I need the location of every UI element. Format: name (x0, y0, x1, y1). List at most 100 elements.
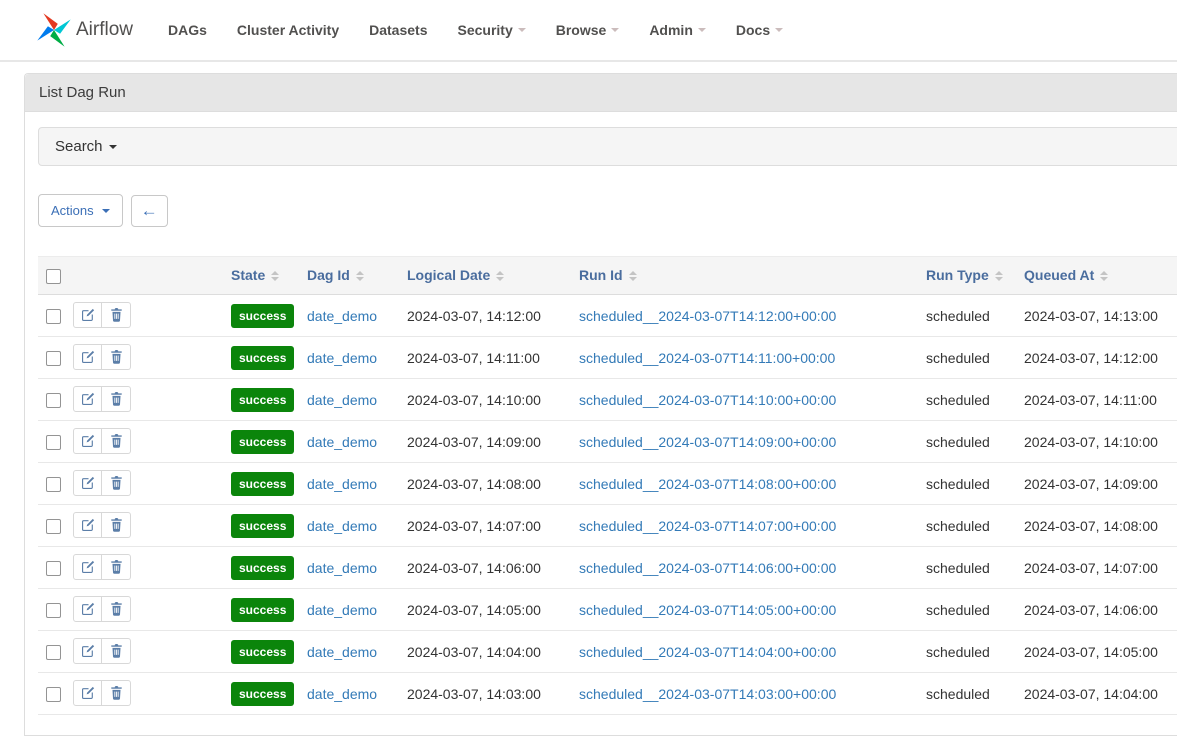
nav-item-browse[interactable]: Browse (541, 0, 635, 60)
edit-icon (81, 476, 95, 490)
table-row: success date_demo 2024-03-07, 14:12:00 s… (38, 295, 1177, 337)
run-id-cell: scheduled__2024-03-07T14:05:00+00:00 (571, 589, 918, 631)
state-badge: success (231, 472, 294, 496)
run-id-link[interactable]: scheduled__2024-03-07T14:08:00+00:00 (579, 476, 836, 492)
actions-button[interactable]: Actions (38, 194, 123, 227)
column-header-queued-at[interactable]: Queued At (1016, 257, 1177, 295)
dag-id-link[interactable]: date_demo (307, 434, 377, 450)
dag-id-link[interactable]: date_demo (307, 350, 377, 366)
select-all-header (38, 257, 66, 295)
chevron-down-icon (102, 209, 110, 213)
dag-id-cell: date_demo (299, 631, 399, 673)
edit-icon (81, 644, 95, 658)
sort-icon[interactable] (271, 271, 279, 281)
state-cell: success (223, 547, 299, 589)
run-id-link[interactable]: scheduled__2024-03-07T14:09:00+00:00 (579, 434, 836, 450)
queued-at-cell: 2024-03-07, 14:11:00 (1016, 379, 1177, 421)
nav-item-docs[interactable]: Docs (721, 0, 798, 60)
column-label: Logical Date (407, 267, 490, 283)
row-checkbox[interactable] (46, 393, 61, 408)
delete-button[interactable] (102, 512, 131, 538)
dag-id-link[interactable]: date_demo (307, 602, 377, 618)
row-checkbox[interactable] (46, 435, 61, 450)
nav-item-cluster-activity[interactable]: Cluster Activity (222, 0, 354, 60)
run-id-link[interactable]: scheduled__2024-03-07T14:07:00+00:00 (579, 518, 836, 534)
queued-at-cell: 2024-03-07, 14:12:00 (1016, 337, 1177, 379)
row-checkbox[interactable] (46, 687, 61, 702)
actions-cell (66, 421, 223, 463)
delete-button[interactable] (102, 428, 131, 454)
delete-button[interactable] (102, 596, 131, 622)
run-id-link[interactable]: scheduled__2024-03-07T14:04:00+00:00 (579, 644, 836, 660)
dag-id-link[interactable]: date_demo (307, 644, 377, 660)
back-button[interactable]: ← (131, 195, 168, 227)
dag-id-link[interactable]: date_demo (307, 560, 377, 576)
run-id-link[interactable]: scheduled__2024-03-07T14:12:00+00:00 (579, 308, 836, 324)
delete-button[interactable] (102, 386, 131, 412)
airflow-logo[interactable]: Airflow (35, 11, 133, 49)
column-header-run-id[interactable]: Run Id (571, 257, 918, 295)
edit-button[interactable] (73, 302, 102, 328)
nav-label: Admin (649, 22, 693, 38)
run-id-link[interactable]: scheduled__2024-03-07T14:06:00+00:00 (579, 560, 836, 576)
sort-icon[interactable] (496, 271, 504, 281)
sort-icon[interactable] (629, 271, 637, 281)
edit-button[interactable] (73, 596, 102, 622)
run-type-cell: scheduled (918, 337, 1016, 379)
delete-button[interactable] (102, 680, 131, 706)
checkbox-cell (38, 463, 66, 505)
edit-button[interactable] (73, 638, 102, 664)
trash-icon (110, 560, 123, 574)
edit-button[interactable] (73, 344, 102, 370)
edit-button[interactable] (73, 512, 102, 538)
row-checkbox[interactable] (46, 477, 61, 492)
column-header-logical-date[interactable]: Logical Date (399, 257, 571, 295)
select-all-checkbox[interactable] (46, 269, 61, 284)
edit-button[interactable] (73, 554, 102, 580)
column-header-run-type[interactable]: Run Type (918, 257, 1016, 295)
dag-id-link[interactable]: date_demo (307, 392, 377, 408)
row-checkbox[interactable] (46, 603, 61, 618)
logical-date-cell: 2024-03-07, 14:07:00 (399, 505, 571, 547)
sort-icon[interactable] (356, 271, 364, 281)
delete-button[interactable] (102, 470, 131, 496)
delete-button[interactable] (102, 302, 131, 328)
nav-item-admin[interactable]: Admin (634, 0, 721, 60)
trash-icon (110, 392, 123, 406)
nav-item-datasets[interactable]: Datasets (354, 0, 442, 60)
run-id-link[interactable]: scheduled__2024-03-07T14:11:00+00:00 (579, 350, 835, 366)
nav-item-security[interactable]: Security (442, 0, 540, 60)
dag-id-link[interactable]: date_demo (307, 518, 377, 534)
dag-id-link[interactable]: date_demo (307, 476, 377, 492)
sort-icon[interactable] (1100, 271, 1108, 281)
run-id-link[interactable]: scheduled__2024-03-07T14:10:00+00:00 (579, 392, 836, 408)
edit-button[interactable] (73, 386, 102, 412)
column-header-dag-id[interactable]: Dag Id (299, 257, 399, 295)
dag-id-link[interactable]: date_demo (307, 308, 377, 324)
edit-button[interactable] (73, 428, 102, 454)
edit-icon (81, 518, 95, 532)
row-checkbox[interactable] (46, 351, 61, 366)
sort-icon[interactable] (995, 271, 1003, 281)
edit-button[interactable] (73, 470, 102, 496)
run-id-link[interactable]: scheduled__2024-03-07T14:03:00+00:00 (579, 686, 836, 702)
search-dropdown[interactable]: Search (38, 127, 1177, 166)
row-checkbox[interactable] (46, 645, 61, 660)
nav-item-dags[interactable]: DAGs (153, 0, 222, 60)
state-cell: success (223, 589, 299, 631)
row-checkbox[interactable] (46, 519, 61, 534)
row-checkbox[interactable] (46, 561, 61, 576)
delete-button[interactable] (102, 344, 131, 370)
column-header-state[interactable]: State (223, 257, 299, 295)
edit-button[interactable] (73, 680, 102, 706)
delete-button[interactable] (102, 638, 131, 664)
run-id-link[interactable]: scheduled__2024-03-07T14:05:00+00:00 (579, 602, 836, 618)
logical-date-cell: 2024-03-07, 14:12:00 (399, 295, 571, 337)
page-title: List Dag Run (25, 74, 1177, 112)
state-badge: success (231, 682, 294, 706)
dag-id-link[interactable]: date_demo (307, 686, 377, 702)
delete-button[interactable] (102, 554, 131, 580)
run-id-cell: scheduled__2024-03-07T14:03:00+00:00 (571, 673, 918, 715)
row-checkbox[interactable] (46, 309, 61, 324)
actions-column-header (66, 257, 223, 295)
